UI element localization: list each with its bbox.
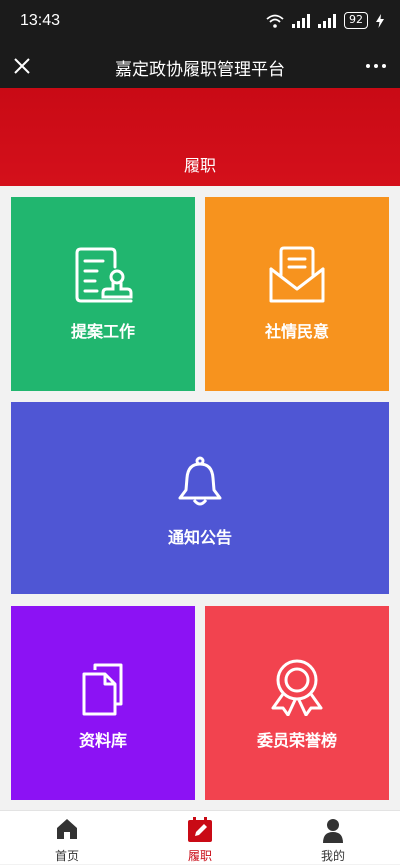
tile-document-library[interactable]: 资料库 bbox=[11, 606, 195, 800]
tile-notices[interactable]: 通知公告 bbox=[11, 402, 389, 594]
bottom-tab-bar: 首页 履职 我的 bbox=[0, 810, 400, 864]
clipboard-pen-icon bbox=[188, 817, 212, 842]
status-bar: 13:43 92 bbox=[0, 0, 400, 44]
banner-label: 履职 bbox=[183, 156, 216, 175]
status-icons: 92 bbox=[266, 12, 384, 29]
more-menu-icon[interactable] bbox=[366, 64, 386, 68]
tile-label: 委员荣誉榜 bbox=[256, 731, 337, 750]
tile-label: 资料库 bbox=[78, 731, 127, 750]
tab-duty[interactable]: 履职 bbox=[160, 811, 240, 865]
home-icon bbox=[57, 819, 77, 839]
status-time: 13:43 bbox=[20, 12, 61, 29]
signal-icon bbox=[292, 13, 310, 28]
tile-label: 通知公告 bbox=[167, 528, 232, 547]
tile-proposal-work[interactable]: 提案工作 bbox=[11, 197, 195, 391]
page-title: 嘉定政协履职管理平台 bbox=[115, 60, 285, 80]
tab-label: 首页 bbox=[54, 849, 79, 863]
proposal-document-icon bbox=[75, 247, 133, 303]
tile-honor-roll[interactable]: 委员荣誉榜 bbox=[205, 606, 389, 800]
wifi-icon bbox=[266, 14, 284, 28]
bell-icon bbox=[178, 456, 222, 506]
user-icon bbox=[323, 819, 343, 843]
battery-indicator: 92 bbox=[344, 12, 368, 29]
banner: 履职 bbox=[0, 88, 400, 186]
documents-icon bbox=[82, 663, 123, 716]
title-bar: 嘉定政协履职管理平台 bbox=[0, 44, 400, 88]
tab-label: 我的 bbox=[320, 849, 345, 863]
tab-label: 履职 bbox=[187, 849, 212, 863]
award-ribbon-icon bbox=[271, 659, 323, 716]
open-envelope-icon bbox=[269, 246, 325, 303]
tab-home[interactable]: 首页 bbox=[27, 811, 107, 865]
tile-label: 社情民意 bbox=[264, 322, 329, 341]
signal-icon bbox=[318, 13, 336, 28]
charging-icon bbox=[376, 13, 384, 28]
tile-label: 提案工作 bbox=[70, 322, 135, 341]
tab-mine[interactable]: 我的 bbox=[293, 811, 373, 865]
tile-public-opinion[interactable]: 社情民意 bbox=[205, 197, 389, 391]
